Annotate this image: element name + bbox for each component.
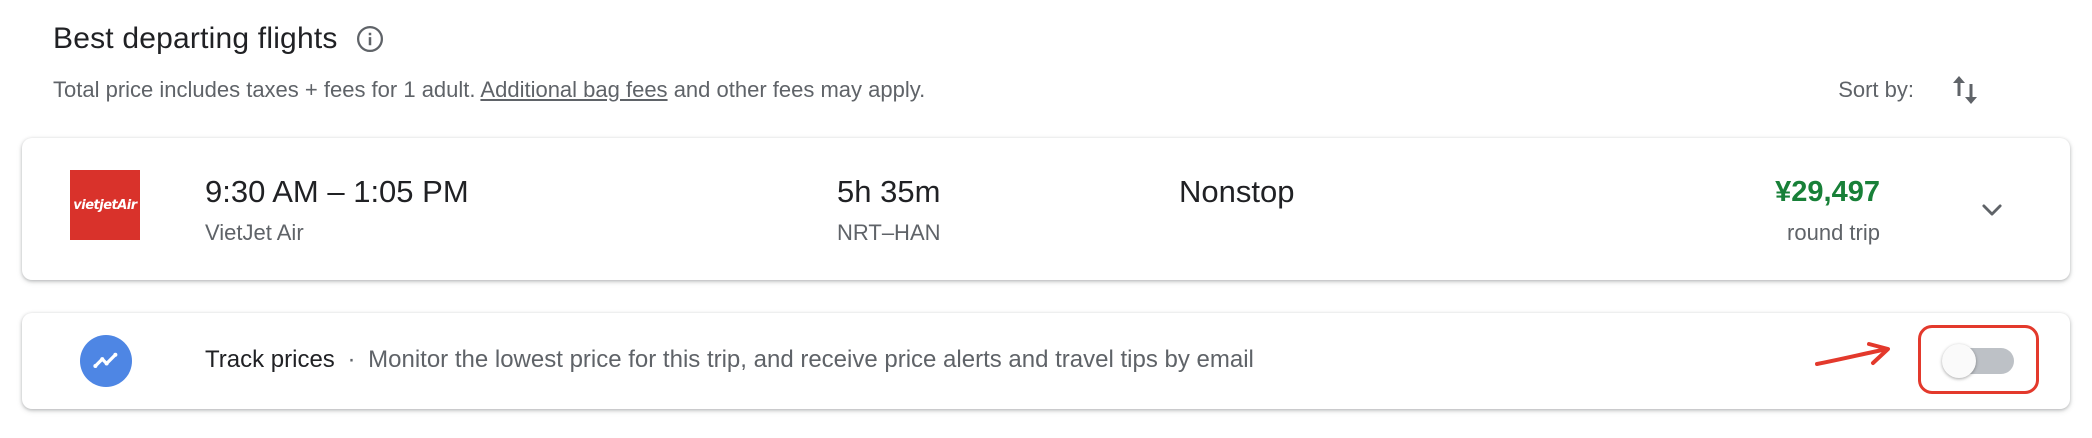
flight-times: 9:30 AM – 1:05 PM	[205, 174, 469, 209]
fees-notice: Total price includes taxes + fees for 1 …	[53, 77, 925, 103]
price-note: round trip	[1787, 220, 1880, 245]
info-icon[interactable]	[354, 23, 386, 55]
track-prices-card: Track prices · Monitor the lowest price …	[22, 313, 2070, 409]
sort-arrows-icon[interactable]	[1948, 70, 1982, 110]
track-prices-text: Track prices · Monitor the lowest price …	[205, 346, 1254, 374]
track-prices-description: Monitor the lowest price for this trip, …	[368, 346, 1254, 373]
track-prices-toggle[interactable]	[1942, 344, 2018, 378]
toggle-knob	[1942, 344, 1976, 378]
airline-logo-text: vietjetAir	[73, 197, 137, 213]
annotation-arrow-icon	[1815, 342, 1890, 366]
fees-notice-text: Total price includes taxes + fees for 1 …	[53, 77, 476, 102]
bag-fees-link[interactable]: Additional bag fees	[480, 77, 667, 102]
sort-label: Sort by:	[1838, 77, 1914, 102]
section-title: Best departing flights	[53, 22, 338, 55]
airline-logo: vietjetAir	[70, 170, 140, 240]
airline-name: VietJet Air	[205, 220, 304, 245]
trending-chart-icon	[80, 335, 132, 387]
flight-result-card[interactable]: vietjetAir 9:30 AM – 1:05 PM VietJet Air…	[22, 138, 2070, 280]
chevron-down-icon[interactable]	[1970, 188, 2014, 232]
flight-route: NRT–HAN	[837, 220, 941, 245]
sort-control: Sort by:	[1838, 70, 1982, 110]
track-prices-label: Track prices	[205, 346, 335, 373]
flight-stops: Nonstop	[1179, 174, 1295, 209]
flight-duration: 5h 35m	[837, 174, 941, 209]
flight-price: ¥29,497	[1775, 176, 1880, 208]
section-header: Best departing flights	[53, 22, 386, 56]
track-prices-separator: ·	[347, 346, 356, 373]
fees-notice-suffix: and other fees may apply.	[673, 77, 926, 102]
